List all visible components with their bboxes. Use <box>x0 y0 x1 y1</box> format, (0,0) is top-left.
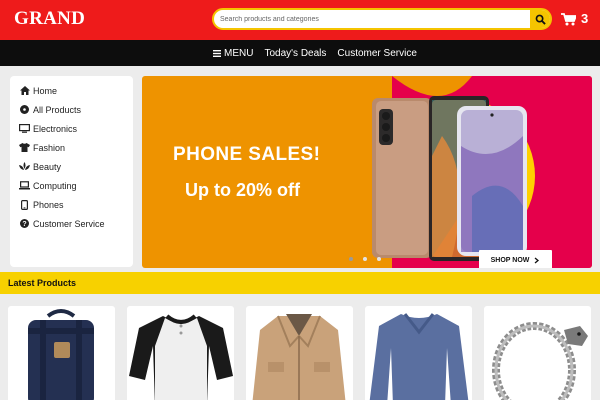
sidebar-item-computing[interactable]: Computing <box>10 176 133 195</box>
jacket-image <box>252 314 346 400</box>
sidebar-item-label: Phones <box>33 199 64 210</box>
shop-now-button[interactable]: SHOP NOW <box>479 250 552 268</box>
product-card[interactable] <box>127 306 234 400</box>
product-card[interactable] <box>246 306 353 400</box>
beauty-icon <box>19 161 30 172</box>
search-button[interactable] <box>530 10 550 28</box>
latest-products-header: Latest Products <box>0 272 600 294</box>
product-card[interactable] <box>365 306 472 400</box>
sidebar-item-phones[interactable]: Phones <box>10 195 133 214</box>
search-icon <box>535 14 546 25</box>
products-icon <box>19 104 30 115</box>
site-logo[interactable]: GRAND <box>14 6 85 32</box>
sidebar-item-label: Customer Service <box>33 218 105 229</box>
home-icon <box>19 85 30 96</box>
product-grid <box>0 306 600 400</box>
laptop-icon <box>19 180 30 191</box>
bracelet-image <box>492 322 588 400</box>
search-bar <box>212 8 552 30</box>
hamburger-icon <box>213 49 221 57</box>
sidebar-item-electronics[interactable]: Electronics <box>10 119 133 138</box>
chevron-right-icon <box>534 257 540 263</box>
shirt-icon <box>19 142 30 153</box>
nav-todays-deals[interactable]: Today's Deals <box>264 48 326 59</box>
product-card[interactable] <box>484 306 591 400</box>
nav-menu-label: MENU <box>224 47 254 59</box>
sidebar-item-customer-service[interactable]: ? Customer Service <box>10 214 133 233</box>
svg-text:?: ? <box>22 221 26 228</box>
carousel-dots <box>349 257 391 261</box>
sidebar-item-label: Fashion <box>33 142 66 153</box>
banner-subtitle: Up to 20% off <box>185 180 300 200</box>
product-card[interactable] <box>8 306 115 400</box>
sidebar-item-fashion[interactable]: Fashion <box>10 138 133 157</box>
search-input[interactable] <box>214 10 532 28</box>
sidebar-item-label: Home <box>33 85 58 96</box>
cart-button[interactable]: 3 <box>561 10 588 28</box>
tshirt-image <box>129 314 233 400</box>
help-icon: ? <box>19 218 30 229</box>
shop-now-label: SHOP NOW <box>490 256 530 264</box>
main-nav: MENU Today's Deals Customer Service <box>0 40 600 66</box>
monitor-icon <box>19 123 30 134</box>
sidebar-item-home[interactable]: Home <box>10 81 133 100</box>
cart-icon <box>561 12 576 25</box>
carousel-dot[interactable] <box>377 257 381 261</box>
carousel-dot[interactable] <box>349 257 353 261</box>
latest-products-title: Latest Products <box>8 278 77 288</box>
cart-count: 3 <box>581 11 589 26</box>
nav-menu[interactable]: MENU <box>213 48 253 59</box>
banner-headline: PHONE SALES! <box>173 144 321 165</box>
phone-icon <box>19 199 30 210</box>
sidebar-item-all-products[interactable]: All Products <box>10 100 133 119</box>
sidebar-item-label: Electronics <box>33 123 78 134</box>
banner-phones-image <box>372 76 592 268</box>
nav-customer-service[interactable]: Customer Service <box>337 48 416 59</box>
sidebar-item-beauty[interactable]: Beauty <box>10 157 133 176</box>
promo-banner[interactable]: PHONE SALES! Up to 20% off SHOP NOW <box>142 76 592 268</box>
top-header: GRAND 3 <box>0 0 600 40</box>
nav-customer-service-label: Customer Service <box>337 47 417 59</box>
sidebar-item-label: Computing <box>33 180 77 191</box>
carousel-dot[interactable] <box>363 257 367 261</box>
backpack-image <box>28 309 94 400</box>
sidebar-item-label: All Products <box>33 104 82 115</box>
nav-todays-deals-label: Today's Deals <box>264 47 327 59</box>
sidebar-item-label: Beauty <box>33 161 62 172</box>
category-sidebar: Home All Products Electronics Fashion Be… <box>10 76 133 267</box>
sweater-image <box>369 313 469 400</box>
